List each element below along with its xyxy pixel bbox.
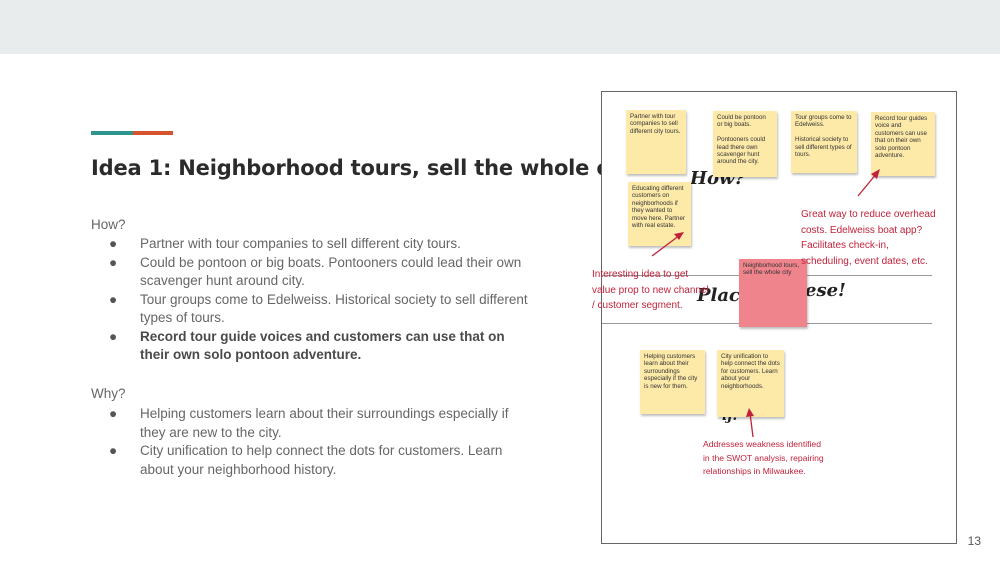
- bullet: ●: [109, 406, 118, 421]
- list-item: ● Could be pontoon or big boats. Pontoone…: [109, 254, 522, 289]
- bullet: ●: [109, 291, 118, 307]
- sticky-note-tour-groups: Tour groups come to Edelweiss. Historica…: [791, 111, 857, 173]
- top-bar: [0, 0, 1000, 54]
- sticky-note-helping: Helping customers learn about their surr…: [640, 350, 705, 414]
- list-item: ● Record tour guide voices and customers …: [109, 328, 505, 363]
- list-item: ● Helping customers learn about their sur…: [109, 406, 509, 440]
- why-list: ● Helping customers learn about their sur…: [91, 405, 531, 479]
- list-item: ● City unification to help connect the do…: [109, 443, 503, 477]
- list-item: ● Tour groups come to Edelweiss. Historic…: [109, 291, 528, 326]
- list-item: ● Partner with tour companies to sell dif…: [91, 235, 531, 254]
- sticky-note-unification: City unification to help connect the dot…: [717, 350, 784, 417]
- bullet: ●: [109, 236, 118, 251]
- accent-bar-orange: [133, 131, 173, 135]
- bullet: ●: [109, 328, 118, 344]
- handwritten-here: ese!: [805, 280, 846, 301]
- page-number: 13: [967, 534, 981, 548]
- annotation-interesting: Interesting idea to get value prop to ne…: [592, 269, 709, 311]
- bullet: ●: [109, 254, 118, 270]
- sticky-note-educating: Educating different customers on neighbo…: [628, 182, 691, 246]
- sticky-note-record: Record tour guides voice and customers c…: [871, 112, 935, 176]
- bullet: ●: [109, 443, 118, 458]
- how-label: How?: [91, 217, 126, 232]
- sticky-note-center: Neighborhood tours, sell the whole city: [739, 259, 807, 327]
- how-list: ● Partner with tour companies to sell dif…: [91, 235, 531, 365]
- annotation-great-way: Great way to reduce overhead costs. Edel…: [801, 209, 936, 267]
- slide-title: Idea 1: Neighborhood tours, sell the who…: [91, 156, 645, 180]
- accent-bar-teal: [91, 131, 133, 135]
- why-label: Why?: [91, 386, 126, 401]
- sticky-note-partner: Partner with tour companies to sell diff…: [626, 110, 686, 174]
- annotation-addresses: Addresses weakness identified in the SWO…: [703, 439, 824, 477]
- sticky-note-pontoon: Could be pontoon or big boats. Pontooner…: [713, 111, 777, 177]
